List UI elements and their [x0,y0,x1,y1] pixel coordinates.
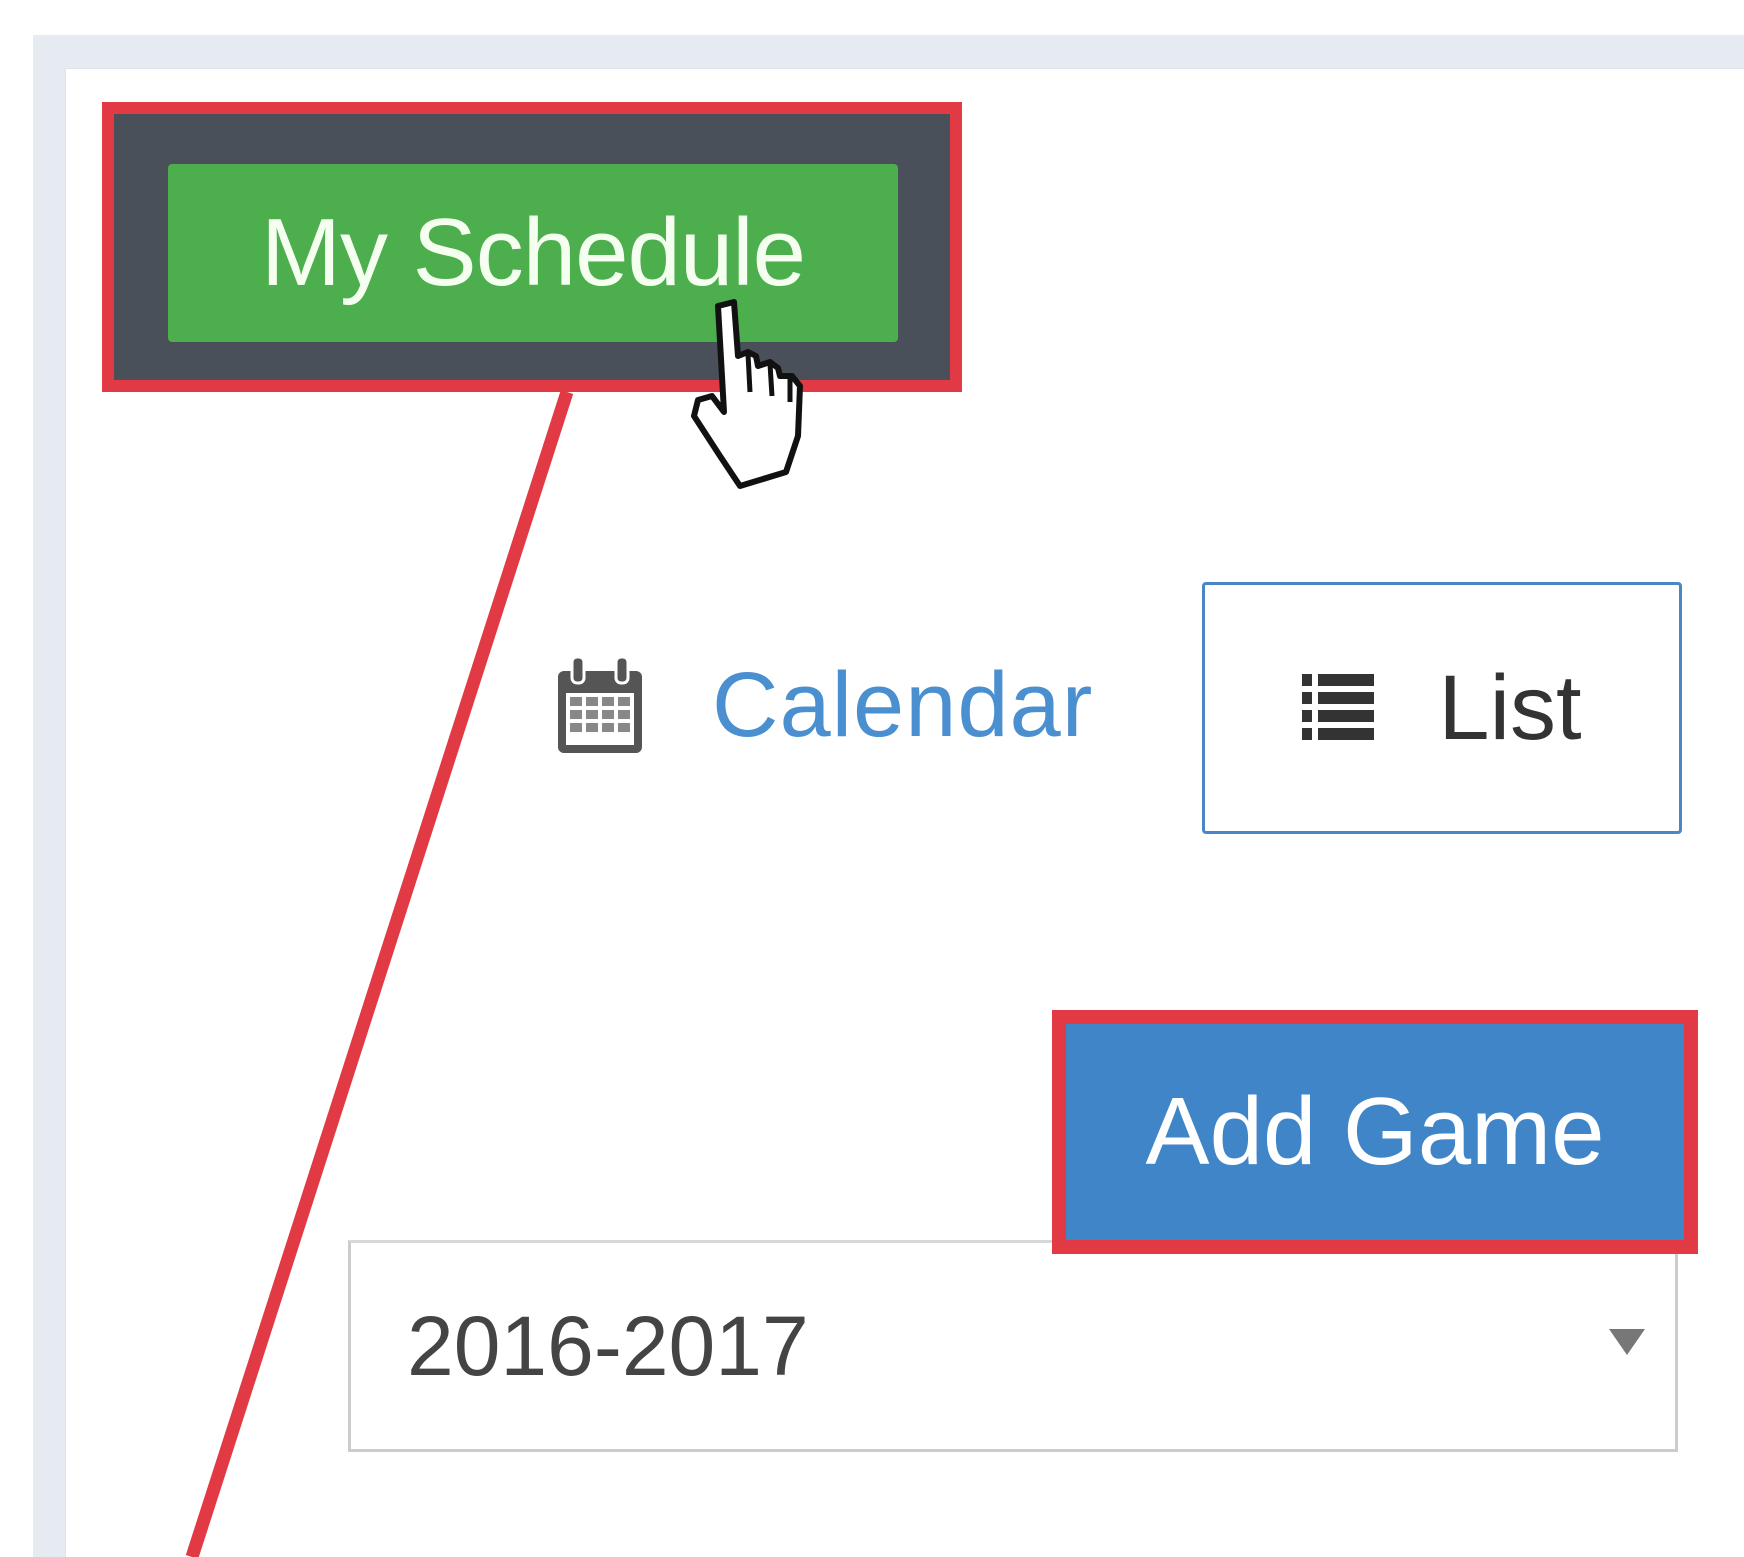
list-label: List [1438,656,1582,759]
calendar-icon [558,655,642,753]
list-icon [1302,674,1375,740]
dropdown-arrow-icon [1609,1329,1645,1355]
page: My Schedule Calendar List 2016-2017 Add … [0,0,1744,1557]
season-select[interactable]: 2016-2017 [348,1240,1678,1452]
add-game-button[interactable]: Add Game [1066,1024,1684,1240]
list-view-button[interactable]: List [1202,582,1682,834]
calendar-view-link[interactable]: Calendar [552,640,1093,770]
season-select-value: 2016-2017 [407,1299,809,1393]
calendar-label: Calendar [712,653,1094,756]
hand-pointer-cursor-icon [691,299,803,489]
